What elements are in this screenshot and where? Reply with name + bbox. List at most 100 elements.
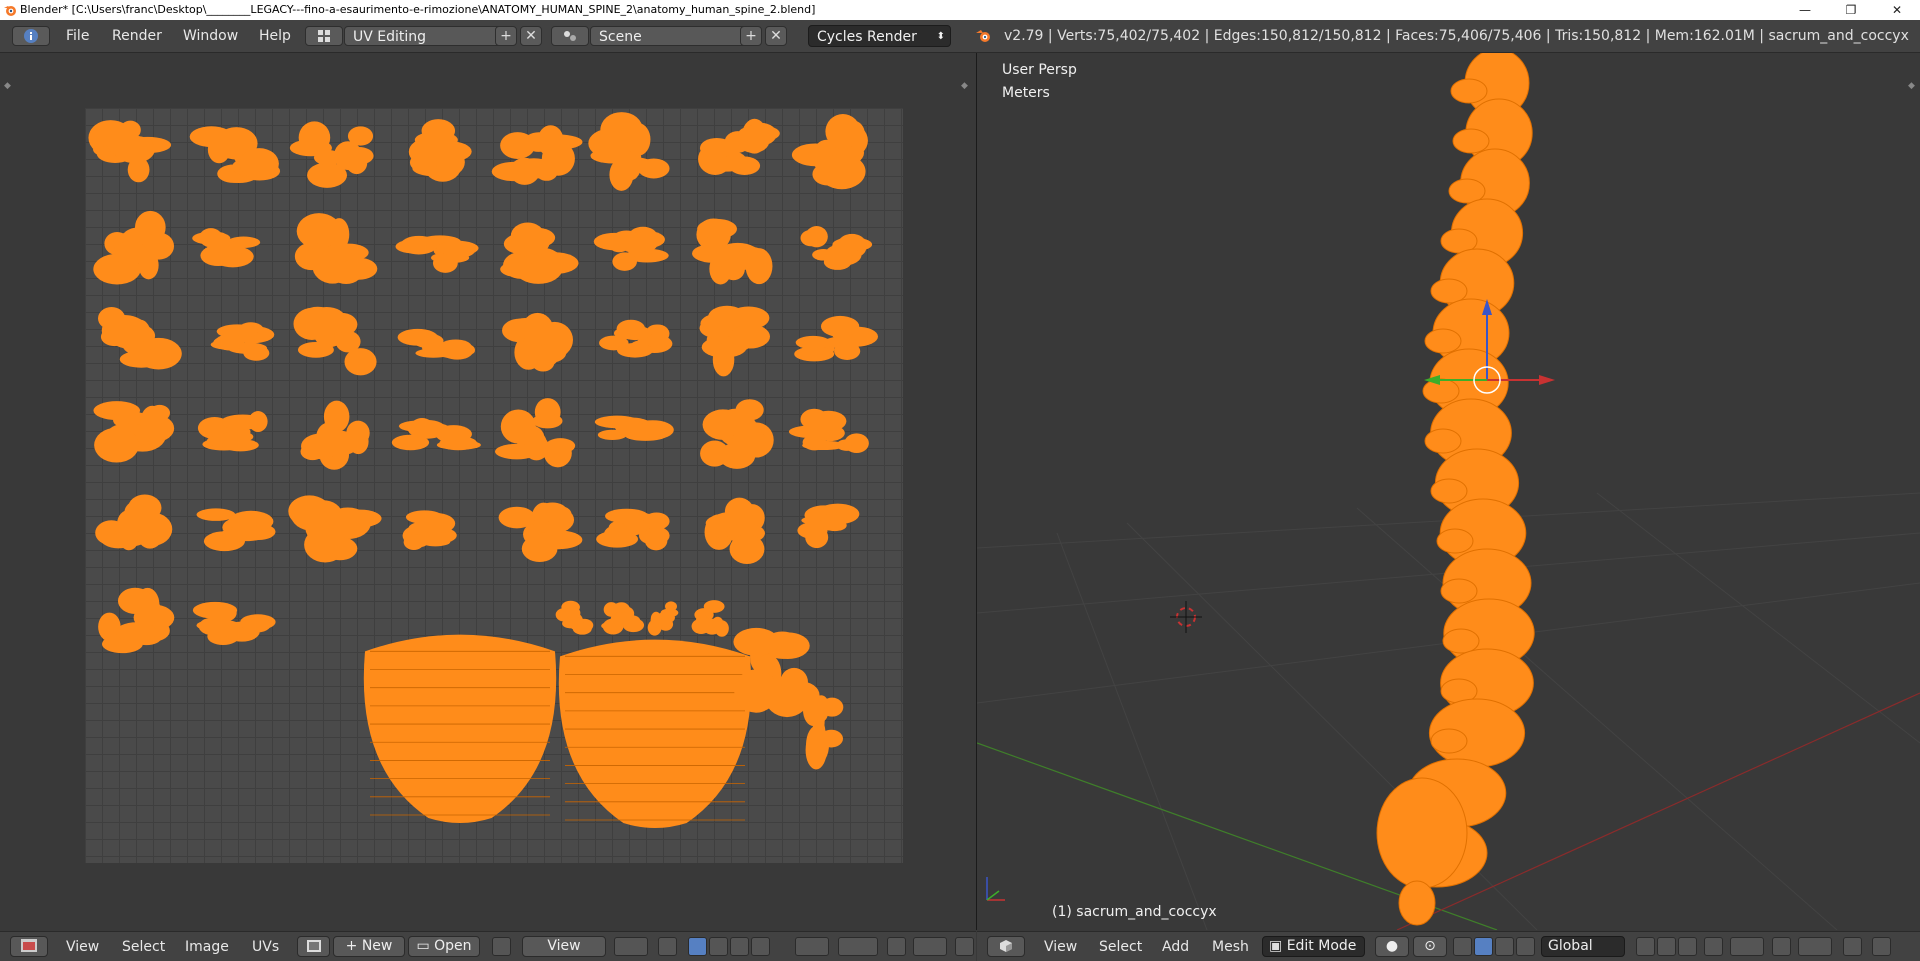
open-image-button[interactable]: ▭ Open (408, 936, 480, 957)
uv-island[interactable] (93, 401, 175, 463)
uv-island[interactable] (797, 503, 860, 549)
render-preview-icon[interactable] (1843, 937, 1862, 956)
vertebra-process-mesh[interactable] (1430, 278, 1468, 304)
screen-layout-browse-button[interactable] (305, 26, 343, 46)
vertebra-process-mesh[interactable] (1424, 428, 1462, 454)
uv-island[interactable] (97, 307, 182, 370)
region-expand-icon[interactable]: ◆ (4, 81, 11, 91)
uv-island[interactable] (596, 508, 670, 551)
viewport-scene[interactable] (977, 53, 1920, 930)
viewport-shading-dropdown[interactable]: ● (1375, 936, 1409, 957)
vertex-select-mode-icon[interactable] (1636, 937, 1655, 956)
uv-island[interactable] (397, 328, 476, 360)
uv-island[interactable] (692, 218, 773, 285)
region-expand-icon[interactable]: ◆ (961, 81, 968, 91)
menu-add[interactable]: Add (1162, 939, 1189, 955)
snap-target-icon[interactable] (913, 937, 947, 956)
edge-select-icon[interactable] (709, 937, 728, 956)
snap-icon[interactable] (1772, 937, 1791, 956)
uv-island[interactable] (93, 210, 175, 285)
scene-browse-button[interactable] (551, 26, 589, 46)
uv-island[interactable] (788, 408, 869, 454)
face-select-icon[interactable] (730, 937, 749, 956)
vertex-select-icon[interactable] (688, 937, 707, 956)
snap-icon[interactable] (887, 937, 906, 956)
transform-orientation-dropdown[interactable]: Global (1541, 936, 1625, 957)
proportional-edit-icon[interactable] (1730, 937, 1764, 956)
menu-select[interactable]: Select (1099, 939, 1142, 955)
menu-image[interactable]: Image (185, 939, 229, 955)
vertebra-process-mesh[interactable] (1430, 478, 1468, 504)
uv-island[interactable] (500, 222, 579, 284)
uv-island-disc[interactable] (802, 693, 844, 770)
render-engine-dropdown[interactable]: Cycles Render ⬍ (808, 25, 951, 47)
uv-island[interactable] (594, 415, 674, 441)
vertebra-process-mesh[interactable] (1440, 578, 1478, 604)
editor-type-button[interactable] (10, 936, 48, 957)
vertebra-process-mesh[interactable] (1442, 628, 1480, 654)
pivot-point-icon[interactable] (614, 937, 648, 956)
uv-island-disc[interactable] (601, 602, 645, 635)
layer-toggle-icon[interactable] (1872, 937, 1891, 956)
snap-element-icon[interactable] (1798, 937, 1832, 956)
rotate-manipulator-icon[interactable] (1495, 937, 1514, 956)
proportional-edit-icon[interactable] (838, 937, 878, 956)
sticky-selection-icon[interactable] (795, 937, 829, 956)
uv-island[interactable] (293, 306, 377, 376)
menu-uvs[interactable]: UVs (252, 939, 279, 955)
vertebra-process-mesh[interactable] (1422, 378, 1460, 404)
uv-island[interactable] (98, 587, 175, 654)
menu-render[interactable]: Render (112, 28, 162, 44)
editor-type-info-button[interactable] (12, 26, 50, 46)
uv-island-sacrum[interactable] (363, 634, 557, 823)
editor-type-button[interactable] (987, 936, 1025, 957)
uv-island[interactable] (192, 228, 261, 268)
uv-island[interactable] (502, 312, 573, 372)
menu-view[interactable]: View (1044, 939, 1077, 955)
uv-editor-extra-icon[interactable] (955, 937, 974, 956)
uv-island[interactable] (395, 235, 479, 273)
menu-mesh[interactable]: Mesh (1212, 939, 1249, 955)
uv-island[interactable] (408, 119, 472, 182)
new-image-button[interactable]: + New (333, 936, 405, 957)
uv-island[interactable] (800, 226, 873, 270)
delete-screen-button[interactable]: ✕ (520, 26, 542, 46)
uv-island-disc[interactable] (555, 600, 594, 635)
uv-island[interactable] (402, 510, 457, 550)
island-select-icon[interactable] (751, 937, 770, 956)
sync-selection-icon[interactable] (658, 937, 677, 956)
spine-mesh[interactable] (1376, 53, 1535, 926)
image-browse-button[interactable] (297, 936, 330, 957)
uv-island[interactable] (494, 398, 576, 468)
pin-image-icon[interactable] (492, 937, 511, 956)
menu-window[interactable]: Window (183, 28, 238, 44)
close-window-button[interactable]: ✕ (1874, 0, 1920, 20)
vertebra-process-mesh[interactable] (1450, 78, 1488, 104)
mode-dropdown[interactable]: ▣ Edit Mode (1262, 936, 1365, 957)
uv-island[interactable] (88, 120, 172, 183)
uv-island[interactable] (599, 319, 673, 358)
face-select-mode-icon[interactable] (1678, 937, 1697, 956)
uv-island[interactable] (300, 400, 370, 470)
limit-to-visible-icon[interactable] (1704, 937, 1723, 956)
uv-island-disc[interactable] (647, 601, 679, 636)
menu-file[interactable]: File (66, 28, 89, 44)
uv-island[interactable] (210, 322, 275, 361)
translate-manipulator-icon[interactable] (1474, 937, 1493, 956)
uv-island[interactable] (197, 411, 268, 452)
screen-layout-field[interactable]: UV Editing (344, 26, 504, 46)
maximize-button[interactable]: ❐ (1828, 0, 1874, 20)
scene-field[interactable]: Scene (590, 26, 750, 46)
menu-view[interactable]: View (66, 939, 99, 955)
scale-manipulator-icon[interactable] (1516, 937, 1535, 956)
uv-island[interactable] (794, 315, 878, 362)
sacrum-mesh[interactable] (1376, 777, 1468, 889)
add-scene-button[interactable]: + (740, 26, 762, 46)
edge-select-mode-icon[interactable] (1657, 937, 1676, 956)
vertebra-process-mesh[interactable] (1436, 528, 1474, 554)
uv-island[interactable] (593, 226, 669, 271)
uv-island[interactable] (192, 601, 276, 646)
uv-island[interactable] (700, 399, 774, 469)
uv-island[interactable] (196, 508, 276, 552)
uv-island[interactable] (294, 213, 378, 285)
